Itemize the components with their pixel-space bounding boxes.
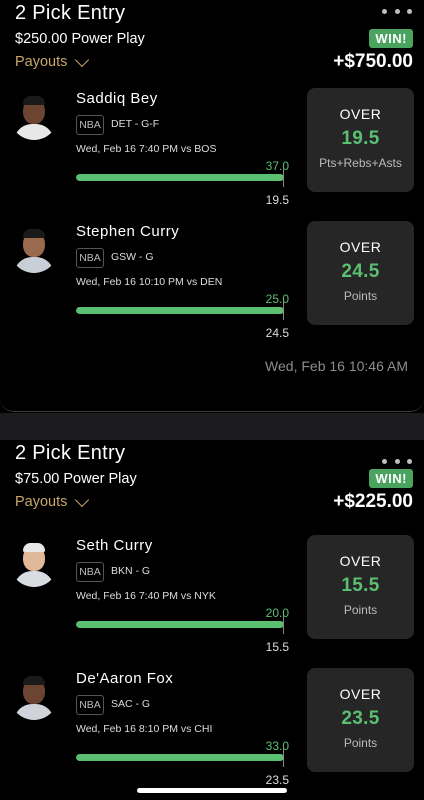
payouts-toggle[interactable]: Payouts (15, 52, 90, 70)
chevron-down-icon (75, 52, 90, 67)
team-position: DET - G-F (111, 118, 160, 130)
league-badge: NBA (76, 248, 104, 268)
line-value: 24.5 (265, 326, 289, 340)
team-position: BKN - G (111, 565, 151, 577)
actual-value: 33.0 (265, 739, 289, 753)
line-marker (283, 748, 284, 767)
line-value: 15.5 (265, 640, 289, 654)
league-badge: NBA (76, 695, 104, 715)
game-time: Wed, Feb 16 8:10 PM vs CHI (76, 723, 213, 735)
over-under-label: OVER (339, 239, 382, 255)
team-position: SAC - G (111, 698, 151, 710)
stat-box: OVER 23.5 Points (307, 668, 414, 772)
line-value: 23.5 (265, 773, 289, 787)
chevron-down-icon (75, 492, 90, 507)
more-options-icon[interactable] (382, 4, 412, 18)
stat-box: OVER 24.5 Points (307, 221, 414, 325)
win-badge: WIN! (369, 29, 413, 48)
game-time: Wed, Feb 16 7:40 PM vs BOS (76, 143, 217, 155)
stat-box: OVER 15.5 Points (307, 535, 414, 639)
progress-bar (76, 754, 284, 761)
progress-fill (76, 754, 284, 761)
wager-amount: $250.00 Power Play (15, 31, 145, 47)
entry-title: 2 Pick Entry (15, 442, 126, 464)
payouts-label: Payouts (15, 494, 68, 510)
progress-bar (76, 174, 284, 181)
stat-type: Points (343, 289, 378, 303)
player-name: Saddiq Bey (76, 90, 158, 107)
stat-line: 15.5 (341, 575, 380, 596)
progress-fill (76, 621, 284, 628)
entry-timestamp: Wed, Feb 16 10:46 AM (265, 358, 408, 374)
player-name: Seth Curry (76, 537, 153, 554)
player-headshot (10, 539, 58, 587)
over-under-label: OVER (339, 686, 382, 702)
payouts-toggle[interactable]: Payouts (15, 492, 90, 510)
payouts-label: Payouts (15, 54, 68, 70)
more-options-icon[interactable] (382, 454, 412, 468)
over-under-label: OVER (339, 106, 382, 122)
stat-line: 23.5 (341, 708, 380, 729)
league-badge: NBA (76, 115, 104, 135)
stat-line: 24.5 (341, 261, 380, 282)
win-badge: WIN! (369, 469, 413, 488)
card-divider (0, 413, 424, 440)
progress-fill (76, 174, 284, 181)
stat-type: Pts+Rebs+Asts (319, 156, 402, 170)
pick-row[interactable]: Seth Curry NBA BKN - G Wed, Feb 16 7:40 … (0, 535, 424, 668)
progress-bar (76, 307, 284, 314)
line-marker (283, 615, 284, 634)
progress-bar (76, 621, 284, 628)
pick-row[interactable]: De'Aaron Fox NBA SAC - G Wed, Feb 16 8:1… (0, 668, 424, 800)
stat-box: OVER 19.5 Pts+Rebs+Asts (307, 88, 414, 192)
line-marker (283, 168, 284, 187)
player-headshot (10, 225, 58, 273)
line-marker (283, 301, 284, 320)
stat-line: 19.5 (341, 128, 380, 149)
game-time: Wed, Feb 16 10:10 PM vs DEN (76, 276, 223, 288)
payout-amount: +$225.00 (333, 491, 413, 512)
league-badge: NBA (76, 562, 104, 582)
pick-row[interactable]: Saddiq Bey NBA DET - G-F Wed, Feb 16 7:4… (0, 88, 424, 221)
actual-value: 20.0 (265, 606, 289, 620)
stat-type: Points (343, 736, 378, 750)
line-value: 19.5 (265, 193, 289, 207)
team-position: GSW - G (111, 251, 154, 263)
entry-card[interactable]: 2 Pick Entry $75.00 Power Play Payouts W… (0, 440, 424, 800)
player-name: Stephen Curry (76, 223, 180, 240)
actual-value: 25.0 (265, 292, 289, 306)
stat-type: Points (343, 603, 378, 617)
game-time: Wed, Feb 16 7:40 PM vs NYK (76, 590, 216, 602)
player-headshot (10, 92, 58, 140)
wager-amount: $75.00 Power Play (15, 471, 137, 487)
payout-amount: +$750.00 (333, 51, 413, 72)
actual-value: 37.0 (265, 159, 289, 173)
entry-card[interactable]: 2 Pick Entry $250.00 Power Play Payouts … (0, 0, 424, 412)
player-headshot (10, 672, 58, 720)
home-indicator[interactable] (137, 788, 287, 793)
entry-title: 2 Pick Entry (15, 2, 126, 24)
pick-row[interactable]: Stephen Curry NBA GSW - G Wed, Feb 16 10… (0, 221, 424, 354)
player-name: De'Aaron Fox (76, 670, 174, 687)
over-under-label: OVER (339, 553, 382, 569)
progress-fill (76, 307, 284, 314)
